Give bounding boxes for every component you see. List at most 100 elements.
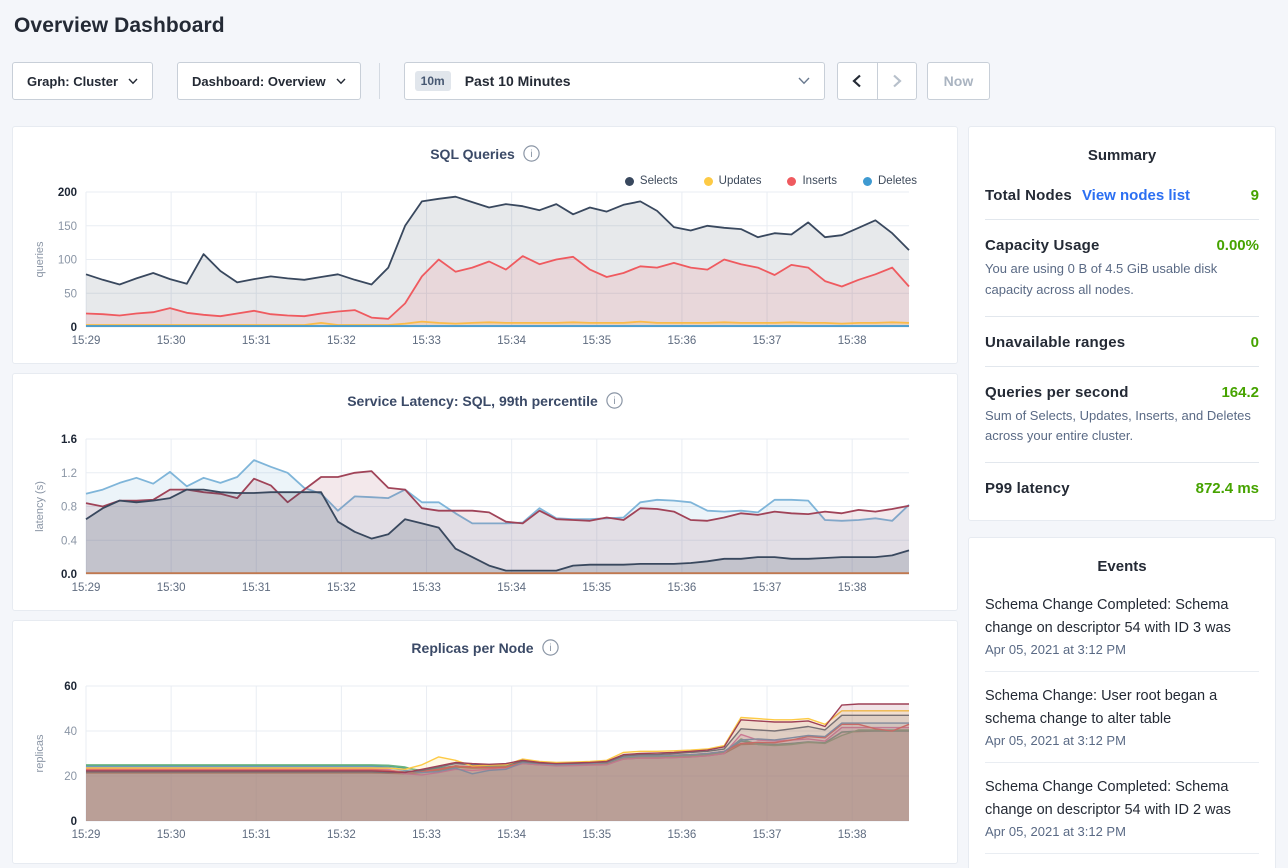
event-text: Schema Change Completed: Schema change o… <box>985 776 1259 821</box>
p99-latency-value: 872.4 ms <box>1196 480 1259 497</box>
chevron-down-icon <box>336 78 346 85</box>
x-tick-label: 15:29 <box>72 582 101 594</box>
info-icon[interactable]: i <box>542 639 559 656</box>
x-tick-label: 15:38 <box>838 829 867 841</box>
y-tick-label: 1.2 <box>61 468 77 480</box>
event-text: Schema Change: User root began a schema … <box>985 685 1259 730</box>
time-prev-button[interactable] <box>837 62 877 100</box>
replicas-per-node-plot-area[interactable]: 15:2915:3015:3115:3215:3315:3415:3515:36… <box>13 667 958 850</box>
graph-dropdown[interactable]: Graph: Cluster <box>12 62 153 100</box>
x-tick-label: 15:31 <box>242 335 271 347</box>
event-item: Schema Change Completed: Schema change o… <box>985 581 1259 672</box>
svg-text:i: i <box>613 396 615 407</box>
y-tick-label: 0 <box>71 322 77 334</box>
x-tick-label: 15:35 <box>582 582 611 594</box>
now-button[interactable]: Now <box>927 62 991 100</box>
summary-row-capacity: Capacity Usage 0.00% You are using 0 B o… <box>985 220 1259 317</box>
time-range-label: Past 10 Minutes <box>465 73 571 89</box>
summary-row-total-nodes: Total Nodes View nodes list 9 <box>985 170 1259 220</box>
info-icon[interactable]: i <box>523 145 540 162</box>
service-latency-chart: 15:2915:3015:3115:3215:3315:3415:3515:36… <box>13 420 958 598</box>
y-tick-label: 20 <box>64 771 77 783</box>
chevron-down-icon <box>798 77 810 85</box>
dashboard-toolbar: Graph: Cluster Dashboard: Overview 10m P… <box>12 62 1276 100</box>
event-item: Schema Change Completed: Schema change o… <box>985 763 1259 854</box>
y-axis-label: latency (s) <box>34 481 46 532</box>
sidebar-column: Summary Total Nodes View nodes list 9 Ca… <box>968 126 1276 868</box>
x-tick-label: 15:30 <box>157 829 186 841</box>
p99-latency-label: P99 latency <box>985 480 1070 497</box>
x-tick-label: 15:33 <box>412 582 441 594</box>
x-tick-label: 15:32 <box>327 582 356 594</box>
chevron-left-icon <box>851 74 863 88</box>
capacity-usage-label: Capacity Usage <box>985 237 1100 254</box>
time-range-badge: 10m <box>415 71 451 91</box>
x-tick-label: 15:37 <box>753 582 782 594</box>
y-tick-label: 0.8 <box>61 502 77 514</box>
unavailable-ranges-value: 0 <box>1251 334 1259 351</box>
y-axis-label: replicas <box>34 734 46 772</box>
dashboard-content: SQL Queries i SelectsUpdatesInsertsDelet… <box>12 126 1276 868</box>
time-next-button[interactable] <box>877 62 917 100</box>
y-tick-label: 40 <box>64 726 77 738</box>
summary-row-p99: P99 latency 872.4 ms <box>985 463 1259 512</box>
toolbar-divider <box>379 63 380 99</box>
x-tick-label: 15:37 <box>753 335 782 347</box>
y-tick-label: 0.0 <box>61 569 77 581</box>
charts-column: SQL Queries i SelectsUpdatesInsertsDelet… <box>12 126 958 864</box>
y-tick-label: 50 <box>64 288 77 300</box>
x-tick-label: 15:29 <box>72 335 101 347</box>
view-nodes-list-link[interactable]: View nodes list <box>1082 187 1190 204</box>
chevron-right-icon <box>891 74 903 88</box>
event-text: Schema Change Completed: Schema change o… <box>985 594 1259 639</box>
capacity-usage-value: 0.00% <box>1216 237 1259 254</box>
time-range-selector[interactable]: 10m Past 10 Minutes <box>404 62 825 100</box>
chart-title: Replicas per Node <box>411 640 533 656</box>
service-latency-plot-area[interactable]: 15:2915:3015:3115:3215:3315:3415:3515:36… <box>13 420 958 603</box>
event-item: Schema Change: User root began a schema … <box>985 854 1259 868</box>
event-timestamp: Apr 05, 2021 at 3:12 PM <box>985 733 1259 748</box>
x-tick-label: 15:31 <box>242 582 271 594</box>
x-tick-label: 15:37 <box>753 829 782 841</box>
y-tick-label: 200 <box>58 187 77 199</box>
summary-row-qps: Queries per second 164.2 Sum of Selects,… <box>985 367 1259 464</box>
service-latency-card: Service Latency: SQL, 99th percentile i … <box>12 373 958 611</box>
capacity-usage-description: You are using 0 B of 4.5 GiB usable disk… <box>985 259 1259 301</box>
page-title: Overview Dashboard <box>12 0 1276 38</box>
svg-text:i: i <box>549 643 551 654</box>
sql-queries-card: SQL Queries i SelectsUpdatesInsertsDelet… <box>12 126 958 364</box>
chart-title: SQL Queries <box>430 146 515 162</box>
dashboard-dropdown-label: Dashboard: Overview <box>192 74 326 89</box>
replicas-per-node-chart: 15:2915:3015:3115:3215:3315:3415:3515:36… <box>13 667 958 845</box>
x-tick-label: 15:35 <box>582 829 611 841</box>
x-tick-label: 15:30 <box>157 582 186 594</box>
y-tick-label: 100 <box>58 255 77 267</box>
x-tick-label: 15:36 <box>668 335 697 347</box>
x-tick-label: 15:34 <box>497 335 526 347</box>
y-tick-label: 0.4 <box>61 535 78 547</box>
events-title: Events <box>985 538 1259 581</box>
sql-queries-chart: 15:2915:3015:3115:3215:3315:3415:3515:36… <box>13 173 958 351</box>
x-tick-label: 15:38 <box>838 582 867 594</box>
overview-dashboard-page: Overview Dashboard Graph: Cluster Dashbo… <box>0 0 1288 868</box>
sql-queries-plot-area[interactable]: 15:2915:3015:3115:3215:3315:3415:3515:36… <box>13 173 958 356</box>
x-tick-label: 15:29 <box>72 829 101 841</box>
summary-row-unavailable: Unavailable ranges 0 <box>985 317 1259 367</box>
events-list: Schema Change Completed: Schema change o… <box>985 581 1259 868</box>
event-item: Schema Change: User root began a schema … <box>985 672 1259 763</box>
x-tick-label: 15:33 <box>412 335 441 347</box>
x-tick-label: 15:32 <box>327 829 356 841</box>
chart-title: Service Latency: SQL, 99th percentile <box>347 393 598 409</box>
total-nodes-value: 9 <box>1251 187 1259 204</box>
x-tick-label: 15:31 <box>242 829 271 841</box>
summary-panel: Summary Total Nodes View nodes list 9 Ca… <box>968 126 1276 521</box>
time-step-buttons <box>837 62 917 100</box>
total-nodes-label: Total Nodes <box>985 187 1072 204</box>
dashboard-dropdown[interactable]: Dashboard: Overview <box>177 62 361 100</box>
y-tick-label: 0 <box>71 816 77 828</box>
y-axis-label: queries <box>34 241 46 278</box>
qps-description: Sum of Selects, Updates, Inserts, and De… <box>985 406 1259 448</box>
events-panel: Events Schema Change Completed: Schema c… <box>968 537 1276 868</box>
info-icon[interactable]: i <box>606 392 623 409</box>
x-tick-label: 15:33 <box>412 829 441 841</box>
